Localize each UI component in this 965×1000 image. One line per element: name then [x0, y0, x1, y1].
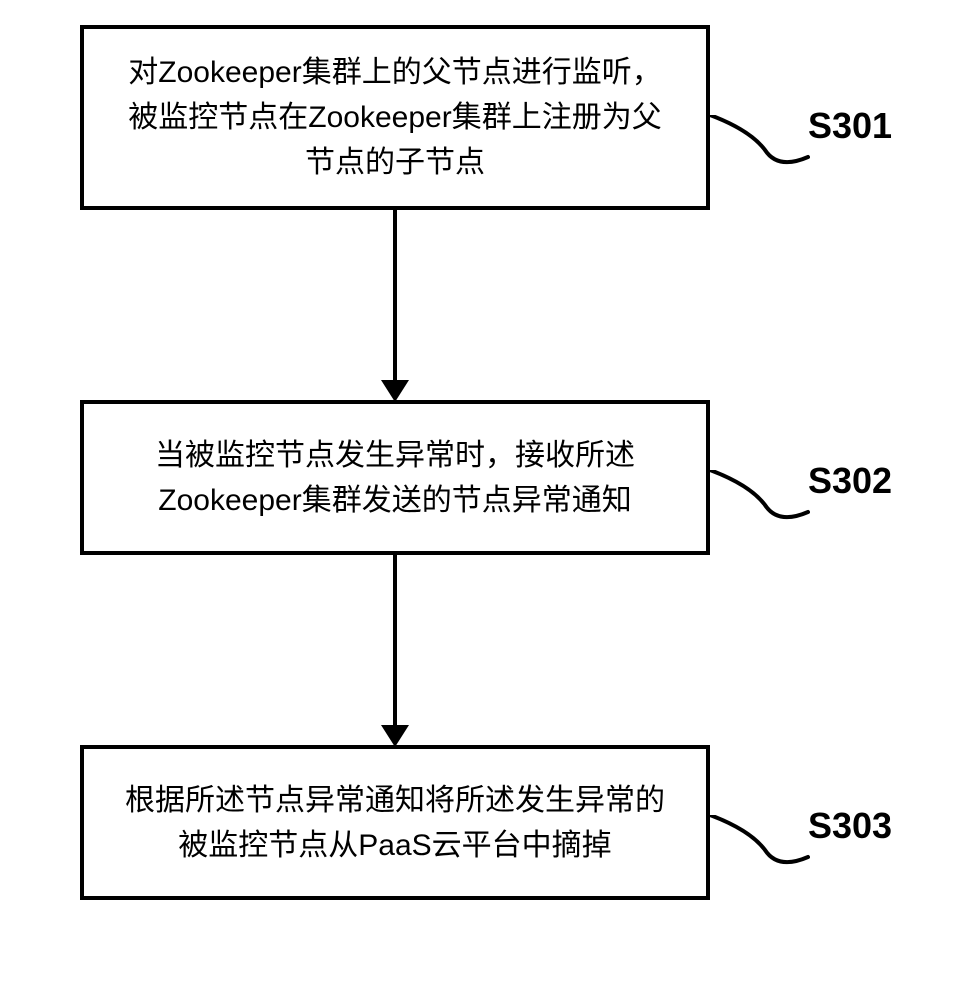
connector-brace-1 [710, 115, 810, 185]
connector-brace-2 [710, 470, 810, 540]
arrow-head-1 [381, 380, 409, 402]
arrow-head-2 [381, 725, 409, 747]
flowchart-canvas: 对Zookeeper集群上的父节点进行监听，被监控节点在Zookeeper集群上… [0, 0, 965, 1000]
step-box-1: 对Zookeeper集群上的父节点进行监听，被监控节点在Zookeeper集群上… [80, 25, 710, 210]
step-text-2: 当被监控节点发生异常时，接收所述Zookeeper集群发送的节点异常通知 [114, 433, 676, 523]
step-box-2: 当被监控节点发生异常时，接收所述Zookeeper集群发送的节点异常通知 [80, 400, 710, 555]
step-label-1: S301 [808, 105, 892, 147]
step-label-3: S303 [808, 805, 892, 847]
step-box-3: 根据所述节点异常通知将所述发生异常的被监控节点从PaaS云平台中摘掉 [80, 745, 710, 900]
connector-brace-3 [710, 815, 810, 885]
arrow-line-1 [393, 210, 397, 380]
step-text-1: 对Zookeeper集群上的父节点进行监听，被监控节点在Zookeeper集群上… [114, 50, 676, 185]
arrow-line-2 [393, 555, 397, 725]
step-label-2: S302 [808, 460, 892, 502]
step-text-3: 根据所述节点异常通知将所述发生异常的被监控节点从PaaS云平台中摘掉 [114, 778, 676, 868]
